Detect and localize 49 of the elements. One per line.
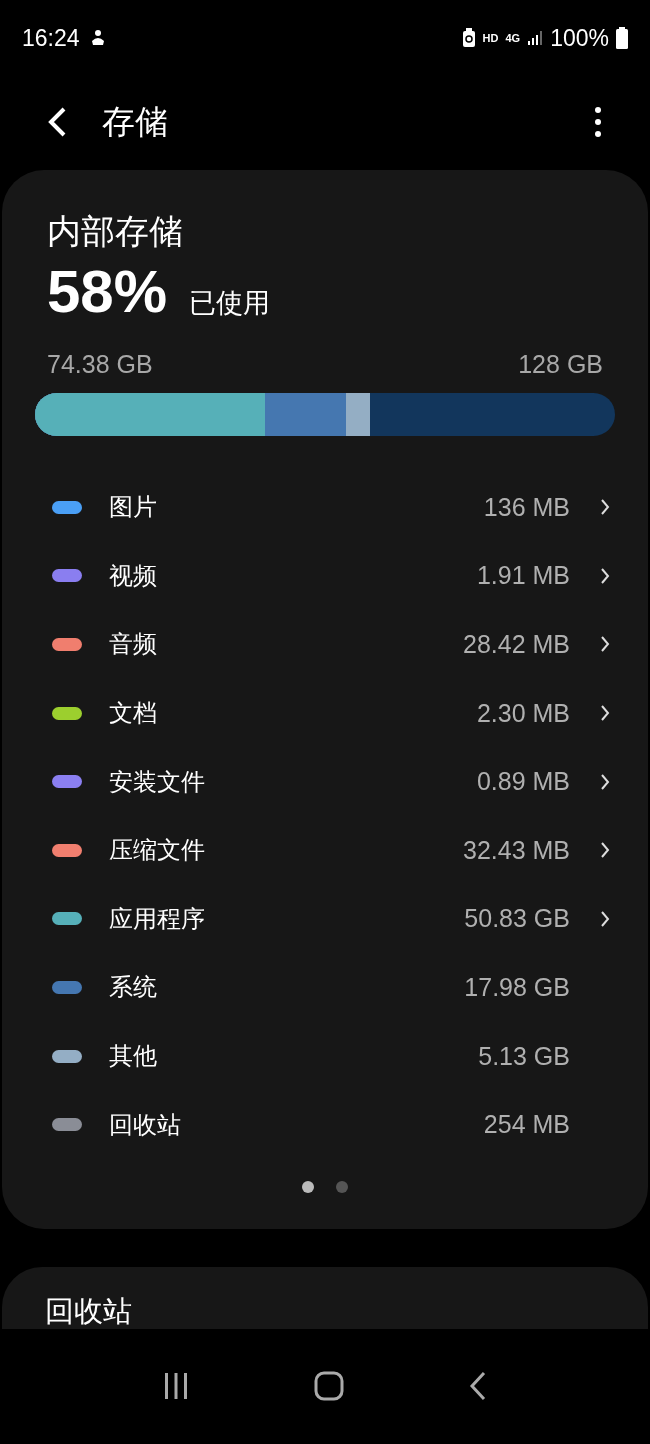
battery-icon [616, 27, 628, 49]
notification-icon [89, 29, 106, 47]
category-name: 安装文件 [109, 766, 206, 798]
used-amount: 74.38 GB [47, 350, 153, 379]
category-size: 1.91 MB [476, 561, 570, 591]
category-size: 0.89 MB [476, 767, 570, 797]
category-name: 压缩文件 [109, 835, 206, 867]
page-indicator[interactable] [302, 1180, 314, 1193]
signal-icon [527, 30, 544, 46]
network-label: 4G [505, 32, 521, 44]
category-item[interactable]: 图片 136 MB [35, 473, 615, 542]
total-amount: 128 GB [518, 350, 603, 379]
more-options-icon[interactable] [594, 106, 602, 138]
category-name: 视频 [109, 560, 158, 592]
category-name: 系统 [109, 972, 158, 1004]
category-item[interactable]: 安装文件 0.89 MB [35, 747, 615, 816]
back-icon[interactable] [46, 106, 68, 138]
storage-title: 内部存储 [46, 210, 184, 253]
home-icon[interactable] [314, 1371, 344, 1402]
back-icon[interactable] [468, 1371, 488, 1402]
hd-label: HD [482, 32, 499, 44]
usage-label: 已使用 [189, 286, 271, 320]
category-item[interactable]: 压缩文件 32.43 MB [35, 815, 615, 885]
category-size: 32.43 MB [463, 835, 570, 865]
category-name: 图片 [109, 492, 158, 524]
category-name: 其他 [109, 1041, 158, 1073]
category-name: 应用程序 [109, 903, 206, 935]
recycle-bin-card[interactable]: 回收站 [2, 1266, 648, 1329]
category-size: 28.42 MB [463, 630, 570, 659]
category-item[interactable]: 应用程序 50.83 GB [35, 884, 615, 954]
battery-percent: 100% [550, 24, 609, 52]
category-size: 50.83 GB [464, 904, 570, 934]
category-size: 136 MB [483, 492, 570, 522]
category-name: 文档 [109, 698, 158, 730]
page-title: 存储 [102, 100, 169, 143]
category-size: 5.13 GB [478, 1041, 570, 1071]
usage-percent: 58% [47, 257, 168, 327]
recent-apps-icon[interactable] [162, 1372, 190, 1401]
category-name: 音频 [109, 629, 158, 661]
category-name: 回收站 [109, 1109, 182, 1141]
recycle-bin-title: 回收站 [45, 1293, 132, 1328]
category-size: 254 MB [483, 1110, 570, 1140]
battery-saver-icon [461, 28, 476, 48]
category-item[interactable]: 音频 28.42 MB [35, 610, 615, 679]
status-time: 16:24 [22, 24, 80, 52]
category-size: 17.98 GB [464, 972, 570, 1002]
category-size: 2.30 MB [476, 698, 570, 728]
category-item[interactable]: 视频 1.91 MB [35, 541, 615, 611]
category-item[interactable]: 文档 2.30 MB [35, 678, 615, 748]
